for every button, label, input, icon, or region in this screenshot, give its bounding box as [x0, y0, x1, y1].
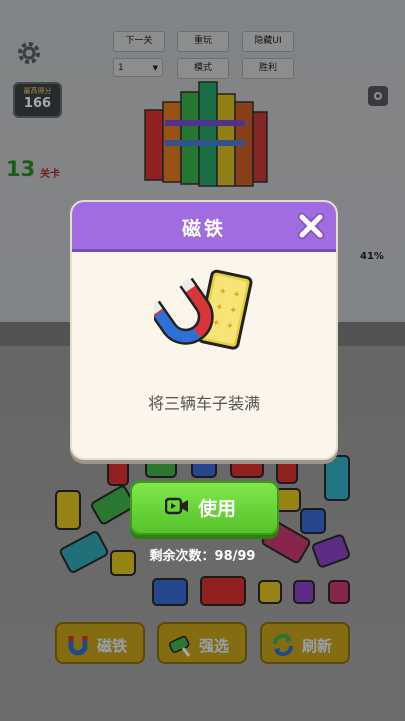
video-icon	[165, 497, 188, 515]
magnet-card-illustration-icon: ✦ ✦ ✦ ✦ ✦ ✦	[154, 269, 253, 350]
use-button[interactable]: 使用	[130, 481, 279, 535]
remaining-uses: 剩余次数：98/99	[149, 549, 256, 564]
dialog-header: 磁铁	[72, 202, 336, 252]
dialog-description: 将三辆车子装满	[147, 394, 260, 413]
close-icon[interactable]	[296, 211, 326, 241]
magnet-dialog: 磁铁 ✦ ✦ ✦ ✦ ✦ ✦ 将三辆车子装满	[70, 200, 338, 460]
use-button-label: 使用	[198, 498, 237, 520]
